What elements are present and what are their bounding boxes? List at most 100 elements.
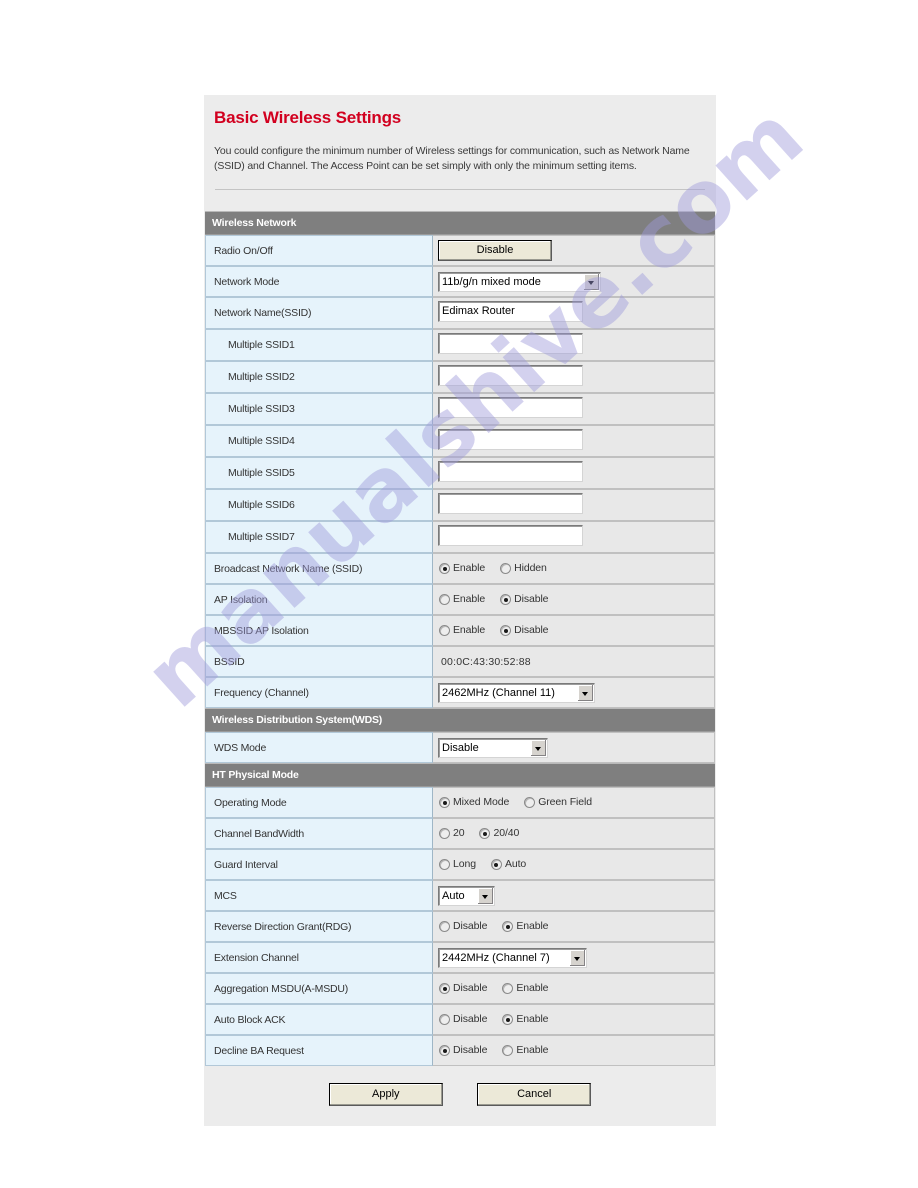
row-value-guard-interval: Long Auto bbox=[433, 849, 715, 880]
table-row: Multiple SSID3. bbox=[205, 393, 715, 425]
table-row: MCS Auto bbox=[205, 880, 715, 911]
page-description: You could configure the minimum number o… bbox=[214, 145, 690, 172]
table-row: Multiple SSID4. bbox=[205, 425, 715, 457]
header-spacer bbox=[204, 190, 716, 211]
chevron-down-icon[interactable] bbox=[478, 887, 493, 904]
multiple-ssid-5-input[interactable]: . bbox=[438, 461, 583, 482]
table-row: Radio On/Off Disable bbox=[205, 235, 715, 266]
broadcast-network-name-radio-group: Enable Hidden bbox=[438, 562, 561, 575]
row-label-extension-channel: Extension Channel bbox=[205, 942, 433, 973]
row-value-multiple-ssid-2: . bbox=[433, 361, 715, 393]
ap-isolation-option-0[interactable]: Enable bbox=[438, 593, 485, 606]
extension-channel-select[interactable]: 2442MHz (Channel 7) bbox=[438, 947, 587, 968]
row-value-wds-mode: Disable bbox=[433, 732, 715, 763]
table-row: Decline BA Request Disable Enable bbox=[205, 1035, 715, 1066]
row-label-aggregation-msdu: Aggregation MSDU(A-MSDU) bbox=[205, 973, 433, 1004]
table-row: Multiple SSID2. bbox=[205, 361, 715, 393]
cancel-button[interactable]: Cancel bbox=[477, 1083, 592, 1106]
channel-bandwidth-radio-group: 20 20/40 bbox=[438, 827, 533, 840]
row-value-multiple-ssid-1: . bbox=[433, 329, 715, 361]
row-label-decline-ba-request: Decline BA Request bbox=[205, 1035, 433, 1066]
row-value-aggregation-msdu: Disable Enable bbox=[433, 973, 715, 1004]
reverse-direction-grant-option-1[interactable]: Enable bbox=[501, 920, 549, 933]
operating-mode-radio-group: Mixed Mode Green Field bbox=[438, 796, 606, 809]
row-label-multiple-ssid-4: Multiple SSID4 bbox=[205, 425, 433, 457]
table-row: Multiple SSID5. bbox=[205, 457, 715, 489]
multiple-ssid-3-input[interactable]: . bbox=[438, 397, 583, 418]
row-label-auto-block-ack: Auto Block ACK bbox=[205, 1004, 433, 1035]
settings-panel: Basic Wireless Settings You could config… bbox=[204, 95, 716, 1126]
multiple-ssid-6-input[interactable]: . bbox=[438, 493, 583, 514]
network-name-ssid-input[interactable]: Edimax Router bbox=[438, 301, 583, 322]
row-label-multiple-ssid-6: Multiple SSID6 bbox=[205, 489, 433, 521]
page-title: Basic Wireless Settings bbox=[214, 108, 402, 127]
decline-ba-request-option-0[interactable]: Disable bbox=[438, 1044, 487, 1057]
chevron-down-icon[interactable] bbox=[578, 684, 593, 701]
guard-interval-radio-group: Long Auto bbox=[438, 858, 540, 871]
auto-block-ack-option-1[interactable]: Enable bbox=[501, 1013, 549, 1026]
aggregation-msdu-option-1[interactable]: Enable bbox=[501, 982, 549, 995]
network-mode-select[interactable]: 11b/g/n mixed mode bbox=[438, 271, 601, 292]
table-row: Multiple SSID1. bbox=[205, 329, 715, 361]
guard-interval-option-1[interactable]: Auto bbox=[490, 858, 526, 871]
row-label-multiple-ssid-5: Multiple SSID5 bbox=[205, 457, 433, 489]
channel-bandwidth-option-0[interactable]: 20 bbox=[438, 827, 465, 840]
table-row: Extension Channel 2442MHz (Channel 7) bbox=[205, 942, 715, 973]
row-value-broadcast-network-name: Enable Hidden bbox=[433, 553, 715, 584]
chevron-down-icon[interactable] bbox=[584, 273, 599, 290]
table-row: Reverse Direction Grant(RDG) Disable Enabl… bbox=[205, 911, 715, 942]
apply-button[interactable]: Apply bbox=[328, 1083, 443, 1106]
table-row: Network Mode 11b/g/n mixed mode bbox=[205, 266, 715, 297]
row-value-multiple-ssid-6: . bbox=[433, 489, 715, 521]
broadcast-network-name-option-1[interactable]: Hidden bbox=[499, 562, 547, 575]
row-value-auto-block-ack: Disable Enable bbox=[433, 1004, 715, 1035]
guard-interval-option-0[interactable]: Long bbox=[438, 858, 476, 871]
multiple-ssid-1-input[interactable]: . bbox=[438, 333, 583, 354]
table-row: Channel BandWidth 20 20/40 bbox=[205, 818, 715, 849]
row-label-bssid: BSSID bbox=[205, 646, 433, 677]
section-header-wireless-distribution-system: Wireless Distribution System(WDS) bbox=[205, 708, 715, 732]
operating-mode-option-1[interactable]: Green Field bbox=[523, 796, 592, 809]
row-value-multiple-ssid-7: . bbox=[433, 521, 715, 553]
decline-ba-request-option-1[interactable]: Enable bbox=[501, 1044, 549, 1057]
reverse-direction-grant-option-0[interactable]: Disable bbox=[438, 920, 487, 933]
table-row: Frequency (Channel) 2462MHz (Channel 11) bbox=[205, 677, 715, 708]
row-value-decline-ba-request: Disable Enable bbox=[433, 1035, 715, 1066]
row-value-radio-on-off: Disable bbox=[433, 235, 715, 266]
radio-on-off-button[interactable]: Disable bbox=[438, 240, 552, 261]
auto-block-ack-radio-group: Disable Enable bbox=[438, 1013, 562, 1026]
wds-mode-select[interactable]: Disable bbox=[438, 737, 548, 758]
row-value-extension-channel: 2442MHz (Channel 7) bbox=[433, 942, 715, 973]
mbssid-ap-isolation-option-1[interactable]: Disable bbox=[499, 624, 549, 637]
row-label-frequency-channel: Frequency (Channel) bbox=[205, 677, 433, 708]
table-row: AP Isolation Enable Disable bbox=[205, 584, 715, 615]
row-label-network-name-ssid: Network Name(SSID) bbox=[205, 297, 433, 329]
multiple-ssid-4-input[interactable]: . bbox=[438, 429, 583, 450]
decline-ba-request-radio-group: Disable Enable bbox=[438, 1044, 562, 1057]
row-label-multiple-ssid-1: Multiple SSID1 bbox=[205, 329, 433, 361]
ap-isolation-option-1[interactable]: Disable bbox=[499, 593, 549, 606]
auto-block-ack-option-0[interactable]: Disable bbox=[438, 1013, 487, 1026]
aggregation-msdu-option-0[interactable]: Disable bbox=[438, 982, 487, 995]
mcs-select[interactable]: Auto bbox=[438, 885, 495, 906]
frequency-channel-select[interactable]: 2462MHz (Channel 11) bbox=[438, 682, 595, 703]
table-row: Network Name(SSID) Edimax Router bbox=[205, 297, 715, 329]
operating-mode-option-0[interactable]: Mixed Mode bbox=[438, 796, 509, 809]
multiple-ssid-2-input[interactable]: . bbox=[438, 365, 583, 386]
row-value-bssid: 00:0C:43:30:52:88 bbox=[433, 646, 715, 677]
form-actions: Apply Cancel bbox=[204, 1066, 716, 1126]
channel-bandwidth-option-1[interactable]: 20/40 bbox=[478, 827, 519, 840]
chevron-down-icon[interactable] bbox=[570, 949, 585, 966]
section-title: Wireless Network bbox=[205, 211, 715, 235]
table-row: Auto Block ACK Disable Enable bbox=[205, 1004, 715, 1035]
row-value-network-name-ssid: Edimax Router bbox=[433, 297, 715, 329]
row-value-multiple-ssid-3: . bbox=[433, 393, 715, 425]
multiple-ssid-7-input[interactable]: . bbox=[438, 525, 583, 546]
table-row: Multiple SSID7. bbox=[205, 521, 715, 553]
section-title: Wireless Distribution System(WDS) bbox=[205, 708, 715, 732]
broadcast-network-name-option-0[interactable]: Enable bbox=[438, 562, 485, 575]
table-row: WDS Mode Disable bbox=[205, 732, 715, 763]
chevron-down-icon[interactable] bbox=[531, 739, 546, 756]
mbssid-ap-isolation-option-0[interactable]: Enable bbox=[438, 624, 485, 637]
row-value-mcs: Auto bbox=[433, 880, 715, 911]
